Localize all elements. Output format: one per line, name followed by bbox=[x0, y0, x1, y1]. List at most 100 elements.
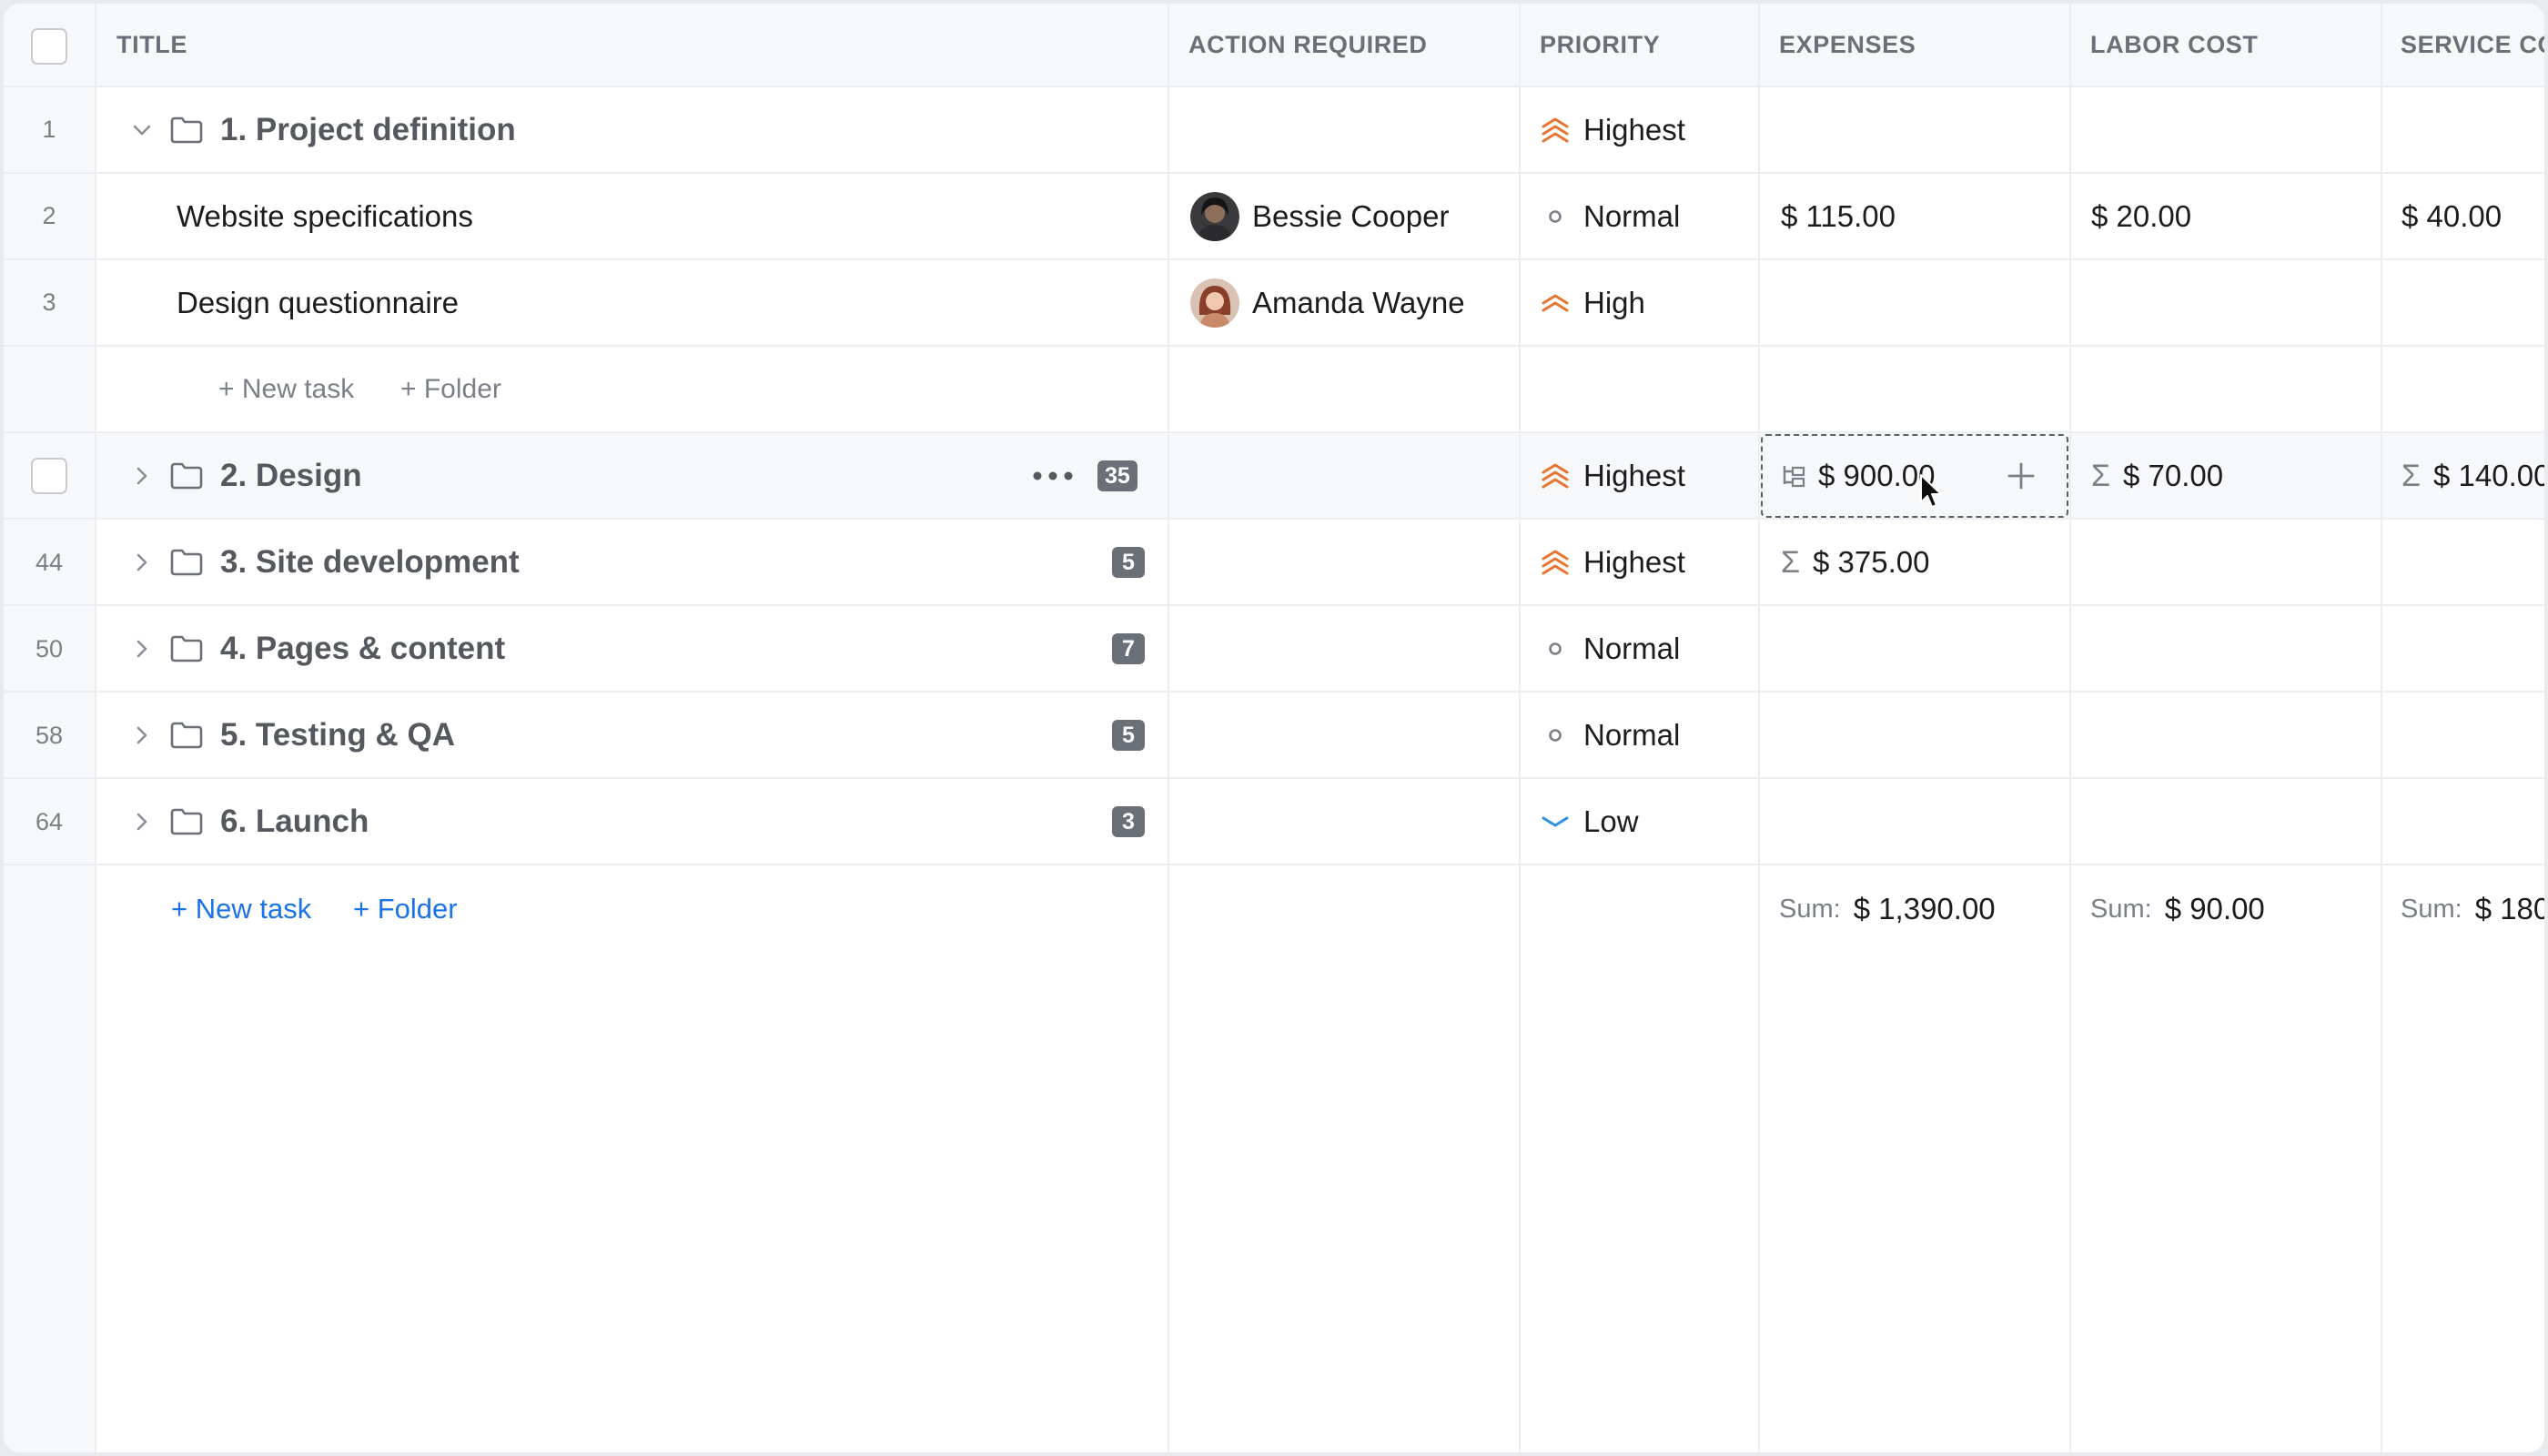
row-number: 50 bbox=[35, 635, 64, 662]
priority-label: Highest bbox=[1583, 545, 1685, 579]
column-header-expenses[interactable]: EXPENSES bbox=[1779, 4, 2061, 86]
service-cost-value[interactable]: $ 40.00 bbox=[2401, 190, 2502, 243]
folder-title[interactable]: 6. Launch bbox=[220, 795, 369, 848]
folder-icon bbox=[169, 622, 204, 675]
subtask-count-badge: 5 bbox=[1112, 709, 1145, 762]
folder-icon bbox=[169, 536, 204, 589]
labor-cost-sum: Sum: $ 90.00 bbox=[2090, 883, 2265, 935]
priority-cell[interactable]: Highest bbox=[1540, 104, 1685, 157]
priority-label: Normal bbox=[1583, 718, 1681, 752]
avatar bbox=[1190, 278, 1239, 328]
priority-normal-icon bbox=[1549, 642, 1562, 655]
labor-cost-cell[interactable]: Σ $ 70.00 bbox=[2091, 450, 2223, 502]
expand-chevron-icon[interactable] bbox=[129, 709, 155, 762]
row-number: 44 bbox=[35, 549, 64, 576]
priority-highest-icon bbox=[1542, 117, 1569, 143]
subtask-count-badge: 3 bbox=[1112, 795, 1145, 848]
subtask-count-badge: 7 bbox=[1112, 622, 1145, 675]
labor-cost-value[interactable]: $ 20.00 bbox=[2091, 190, 2191, 243]
subtask-count-badge: 5 bbox=[1112, 536, 1145, 589]
add-value-icon[interactable] bbox=[2006, 450, 2037, 502]
sum-label: Sum: bbox=[2090, 894, 2152, 924]
task-title[interactable]: Website specifications bbox=[177, 190, 473, 243]
subtasks-rollup-icon bbox=[1780, 450, 1807, 502]
sum-value: $ 90.00 bbox=[2164, 892, 2265, 925]
column-header-labor-cost[interactable]: LABOR COST bbox=[2090, 4, 2372, 86]
assignee-cell[interactable]: Amanda Wayne bbox=[1190, 277, 1465, 329]
folder-icon bbox=[169, 709, 204, 762]
priority-label: Normal bbox=[1583, 199, 1681, 233]
service-cost-sum: Sum: $ 180 bbox=[2401, 883, 2544, 935]
row-number: 2 bbox=[42, 202, 56, 229]
assignee-name: Amanda Wayne bbox=[1252, 286, 1465, 319]
priority-cell[interactable]: Highest bbox=[1540, 450, 1685, 502]
expenses-cell[interactable]: Σ $ 375.00 bbox=[1781, 536, 1930, 589]
priority-label: Normal bbox=[1583, 632, 1681, 665]
column-header-title[interactable]: TITLE bbox=[116, 4, 1154, 86]
priority-label: Highest bbox=[1583, 113, 1685, 147]
new-folder-button[interactable]: + Folder bbox=[353, 883, 458, 935]
folder-title[interactable]: 5. Testing & QA bbox=[220, 709, 455, 762]
mouse-cursor-icon bbox=[1918, 464, 1946, 519]
priority-label: Low bbox=[1583, 804, 1639, 838]
folder-title[interactable]: 2. Design bbox=[220, 450, 362, 502]
row-number: 3 bbox=[42, 288, 56, 316]
priority-normal-icon bbox=[1549, 729, 1562, 742]
sum-label: Sum: bbox=[2401, 894, 2462, 924]
row-number: 1 bbox=[42, 116, 56, 143]
column-header-priority[interactable]: PRIORITY bbox=[1540, 4, 1749, 86]
sum-value: $ 180 bbox=[2474, 892, 2544, 925]
priority-normal-icon bbox=[1549, 210, 1562, 223]
avatar bbox=[1190, 192, 1239, 241]
row-number: 58 bbox=[35, 722, 64, 749]
expenses-value: $ 375.00 bbox=[1813, 545, 1930, 579]
priority-cell[interactable]: High bbox=[1540, 277, 1645, 329]
expand-chevron-icon[interactable] bbox=[129, 450, 155, 502]
folder-icon bbox=[169, 104, 204, 157]
labor-cost-value: $ 70.00 bbox=[2123, 459, 2224, 492]
service-cost-value: $ 140.00 bbox=[2433, 459, 2544, 492]
row-number: 64 bbox=[35, 808, 64, 835]
assignee-name: Bessie Cooper bbox=[1252, 199, 1450, 233]
task-title[interactable]: Design questionnaire bbox=[177, 277, 459, 329]
column-header-service-cost[interactable]: SERVICE CO bbox=[2401, 4, 2544, 86]
add-folder-link[interactable]: + Folder bbox=[400, 363, 501, 416]
subtask-count-badge: 35 bbox=[1097, 450, 1138, 502]
expand-chevron-icon[interactable] bbox=[129, 622, 155, 675]
expand-chevron-icon[interactable] bbox=[129, 536, 155, 589]
folder-icon bbox=[169, 450, 204, 502]
row-select-checkbox[interactable] bbox=[31, 458, 67, 494]
folder-icon bbox=[169, 795, 204, 848]
sum-sigma-icon: Σ bbox=[2091, 458, 2111, 493]
priority-cell[interactable]: Normal bbox=[1540, 622, 1680, 675]
priority-high-icon bbox=[1542, 294, 1569, 312]
add-task-link[interactable]: + New task bbox=[218, 363, 354, 416]
assignee-cell[interactable]: Bessie Cooper bbox=[1190, 190, 1449, 243]
priority-cell[interactable]: Highest bbox=[1540, 536, 1685, 589]
folder-title[interactable]: 3. Site development bbox=[220, 536, 520, 589]
priority-cell[interactable]: Normal bbox=[1540, 190, 1680, 243]
priority-highest-icon bbox=[1542, 463, 1569, 489]
priority-cell[interactable]: Low bbox=[1540, 795, 1639, 848]
expand-chevron-icon[interactable] bbox=[129, 795, 155, 848]
select-all-checkbox[interactable] bbox=[31, 28, 67, 65]
column-header-action-required[interactable]: ACTION REQUIRED bbox=[1188, 4, 1507, 86]
more-options-icon[interactable] bbox=[1032, 450, 1074, 502]
priority-low-icon bbox=[1542, 816, 1569, 827]
priority-cell[interactable]: Normal bbox=[1540, 709, 1680, 762]
expenses-sum: Sum: $ 1,390.00 bbox=[1779, 883, 1996, 935]
sum-sigma-icon: Σ bbox=[2401, 458, 2422, 493]
sum-value: $ 1,390.00 bbox=[1853, 892, 1996, 925]
folder-title[interactable]: 4. Pages & content bbox=[220, 622, 505, 675]
priority-label: High bbox=[1583, 286, 1645, 319]
service-cost-cell[interactable]: Σ $ 140.00 bbox=[2401, 450, 2544, 502]
sum-sigma-icon: Σ bbox=[1781, 544, 1801, 580]
sum-label: Sum: bbox=[1779, 894, 1841, 924]
task-table: TITLE ACTION REQUIRED PRIORITY EXPENSES … bbox=[4, 4, 2544, 1452]
expenses-value[interactable]: $ 115.00 bbox=[1781, 190, 1896, 243]
collapse-chevron-icon[interactable] bbox=[129, 104, 155, 157]
priority-highest-icon bbox=[1542, 550, 1569, 575]
priority-label: Highest bbox=[1583, 459, 1685, 492]
new-task-button[interactable]: + New task bbox=[171, 883, 311, 935]
folder-title[interactable]: 1. Project definition bbox=[220, 104, 516, 157]
